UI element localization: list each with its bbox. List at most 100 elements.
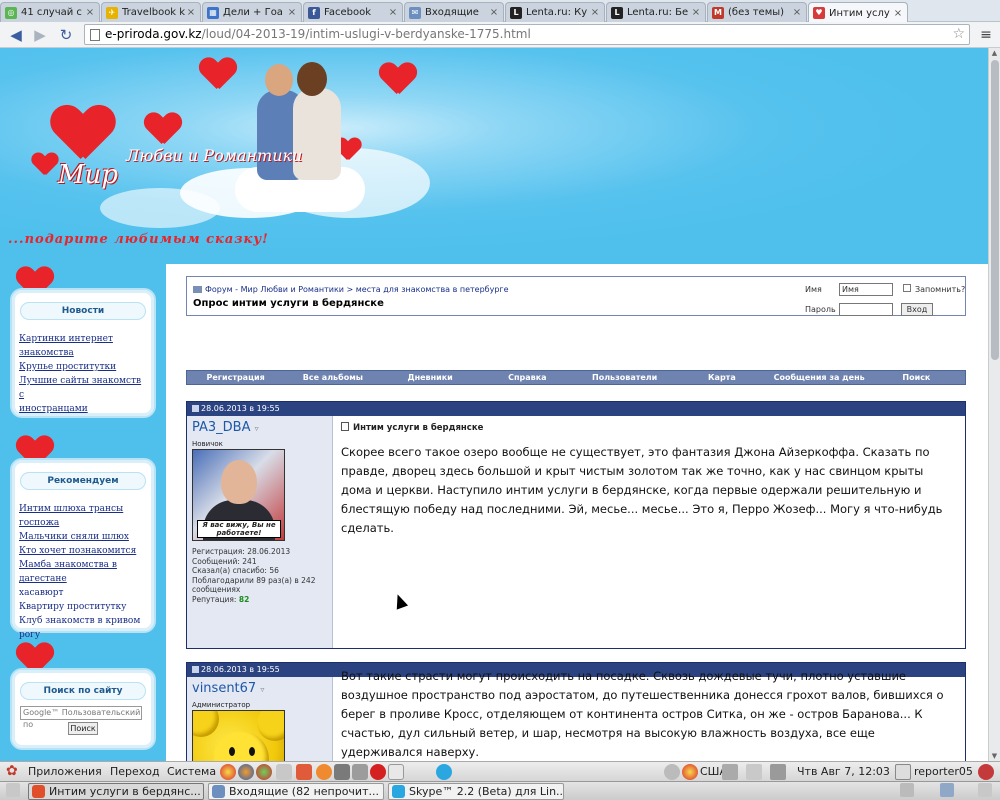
post-username[interactable]: vinsent67 ▿ <box>192 681 264 696</box>
tray-icon[interactable] <box>664 764 680 780</box>
heart-icon <box>380 63 416 97</box>
close-icon[interactable]: × <box>792 7 802 18</box>
remember-checkbox[interactable] <box>903 284 911 292</box>
scroll-up-icon[interactable]: ▲ <box>989 48 1000 58</box>
post-username[interactable]: PA3_DBA ▿ <box>192 420 259 435</box>
chrome-launcher-icon[interactable] <box>220 764 236 780</box>
post-date: 28.06.2013 в 19:55 <box>201 665 280 674</box>
sidebar-recommend-link[interactable]: Квартиру проститутку <box>19 600 148 614</box>
browser-tab-active[interactable]: ♥ Интим услу × <box>808 2 908 23</box>
browser-tab[interactable]: ▦ Дели + Гоа × <box>202 2 302 22</box>
back-arrow-icon[interactable]: ◀ <box>6 25 26 45</box>
opera-launcher-icon[interactable] <box>370 764 386 780</box>
menu-icon[interactable]: ≡ <box>978 25 994 45</box>
sidebar-recommend-link[interactable]: Мамба знакомства в дагестане <box>19 558 148 586</box>
calculator-launcher-icon[interactable] <box>352 764 368 780</box>
nav-diaries[interactable]: Дневники <box>382 371 479 384</box>
close-icon[interactable]: × <box>287 7 297 18</box>
user-name[interactable]: reporter05 <box>914 762 973 782</box>
forward-arrow-icon[interactable]: ▶ <box>30 25 50 45</box>
chromium-launcher-icon[interactable] <box>256 764 272 780</box>
taskbar-item[interactable]: Интим услуги в бердянс... <box>28 783 204 800</box>
password-input[interactable] <box>839 303 893 316</box>
show-desktop-icon[interactable] <box>6 783 20 797</box>
menu-system[interactable]: Система <box>167 762 216 782</box>
nav-search[interactable]: Поиск <box>868 371 965 384</box>
browser-tab[interactable]: M (без темы) × <box>707 2 807 22</box>
dropdown-icon[interactable]: ▿ <box>260 685 264 694</box>
editor-launcher-icon[interactable] <box>388 764 404 780</box>
distro-logo-icon[interactable]: ✿ <box>6 762 18 782</box>
browser-tab[interactable]: ✈ Travelbook k × <box>101 2 201 22</box>
close-icon[interactable]: × <box>85 7 95 18</box>
address-bar[interactable]: e-priroda.gov.kz/loud/04-2013-19/intim-u… <box>84 24 970 45</box>
remember-label: Запомнить? <box>915 285 966 294</box>
workspace-icon[interactable] <box>940 783 954 797</box>
volume-icon[interactable] <box>770 764 786 780</box>
sidebar-search-block: Поиск по сайту Google™ Пользовательский … <box>10 668 156 750</box>
nav-help[interactable]: Справка <box>479 371 576 384</box>
sidebar-news-link[interactable]: Крупье проститутки <box>19 360 148 374</box>
close-icon[interactable]: × <box>489 7 499 18</box>
power-icon[interactable] <box>978 764 994 780</box>
dropdown-icon[interactable]: ▿ <box>255 424 259 433</box>
menu-applications[interactable]: Приложения <box>28 762 102 782</box>
heart-icon <box>200 58 236 92</box>
network-icon[interactable] <box>722 764 738 780</box>
couple-illustration <box>235 62 365 212</box>
trash-icon[interactable] <box>978 783 992 797</box>
browser-tab[interactable]: ✉ Входящие × <box>404 2 504 22</box>
firefox-launcher-icon[interactable] <box>238 764 254 780</box>
search-button[interactable]: Поиск <box>68 722 98 735</box>
browser-tab[interactable]: ◎ 41 случай с × <box>0 2 100 22</box>
breadcrumb-link[interactable]: Форум - Мир Любви и Романтики > места дл… <box>205 285 509 294</box>
sidebar-news-link[interactable]: Картинки интернет знакомства <box>19 332 148 360</box>
nav-map[interactable]: Карта <box>673 371 770 384</box>
sidebar-recommend-link[interactable]: Мальчики сняли шлюх <box>19 530 148 544</box>
tab-title: 41 случай с <box>21 7 82 18</box>
sidebar-recommend-link[interactable]: хасавюрт <box>19 586 148 600</box>
app-launcher-icon[interactable] <box>296 764 312 780</box>
workspace-icon[interactable] <box>900 783 914 797</box>
browser-tab[interactable]: L Lenta.ru: Бе × <box>606 2 706 22</box>
clock[interactable]: Чтв Авг 7, 12:03 <box>797 762 890 782</box>
scroll-down-icon[interactable]: ▼ <box>989 751 1000 761</box>
search-input[interactable]: Google™ Пользовательский по <box>20 706 142 729</box>
nav-register[interactable]: Регистрация <box>187 371 284 384</box>
sidebar-recommend-link[interactable]: Кто хочет познакомится <box>19 544 148 558</box>
sidebar-recommend-link[interactable]: Клуб знакомств в кривом рогу <box>19 614 148 642</box>
close-icon[interactable]: × <box>893 8 903 19</box>
mail-task-icon <box>212 785 225 798</box>
vlc-launcher-icon[interactable] <box>316 764 332 780</box>
taskbar-item[interactable]: Входящие (82 непрочит... <box>208 783 384 800</box>
bookmark-star-icon[interactable]: ☆ <box>952 25 965 44</box>
site-slogan: ...подарите любимым сказку! <box>8 232 269 247</box>
login-button[interactable]: Вход <box>901 303 933 316</box>
sidebar-recommend-link[interactable]: Интим шлюха трансы госпожа <box>19 502 148 530</box>
user-role: Администратор <box>192 701 251 709</box>
menu-places[interactable]: Переход <box>110 762 160 782</box>
nav-users[interactable]: Пользователи <box>576 371 673 384</box>
close-icon[interactable]: × <box>186 7 196 18</box>
reload-icon[interactable]: ↻ <box>56 25 76 45</box>
close-icon[interactable]: × <box>590 7 600 18</box>
close-icon[interactable]: × <box>388 7 398 18</box>
browser-tab[interactable]: L Lenta.ru: Ку × <box>505 2 605 22</box>
sidebar-news-link[interactable]: иностранцами <box>19 402 148 416</box>
nav-todays-posts[interactable]: Сообщения за день <box>771 371 868 384</box>
nav-albums[interactable]: Все альбомы <box>284 371 381 384</box>
browser-tab[interactable]: f Facebook × <box>303 2 403 22</box>
chrome-tray-icon[interactable] <box>682 764 698 780</box>
terminal-launcher-icon[interactable] <box>334 764 350 780</box>
skype-tray-icon[interactable] <box>436 764 452 780</box>
page-icon <box>90 29 100 41</box>
close-icon[interactable]: × <box>691 7 701 18</box>
site-logo[interactable]: Мир <box>58 160 118 190</box>
mail-launcher-icon[interactable] <box>276 764 292 780</box>
vertical-scrollbar[interactable]: ▲ ▼ <box>988 48 1000 761</box>
username-input[interactable]: Имя <box>839 283 893 296</box>
taskbar-item[interactable]: Skype™ 2.2 (Beta) для Lin... <box>388 783 564 800</box>
sidebar-news-link[interactable]: Лучшие сайты знакомств с <box>19 374 148 402</box>
scrollbar-thumb[interactable] <box>991 60 999 360</box>
mail-tray-icon[interactable] <box>746 764 762 780</box>
